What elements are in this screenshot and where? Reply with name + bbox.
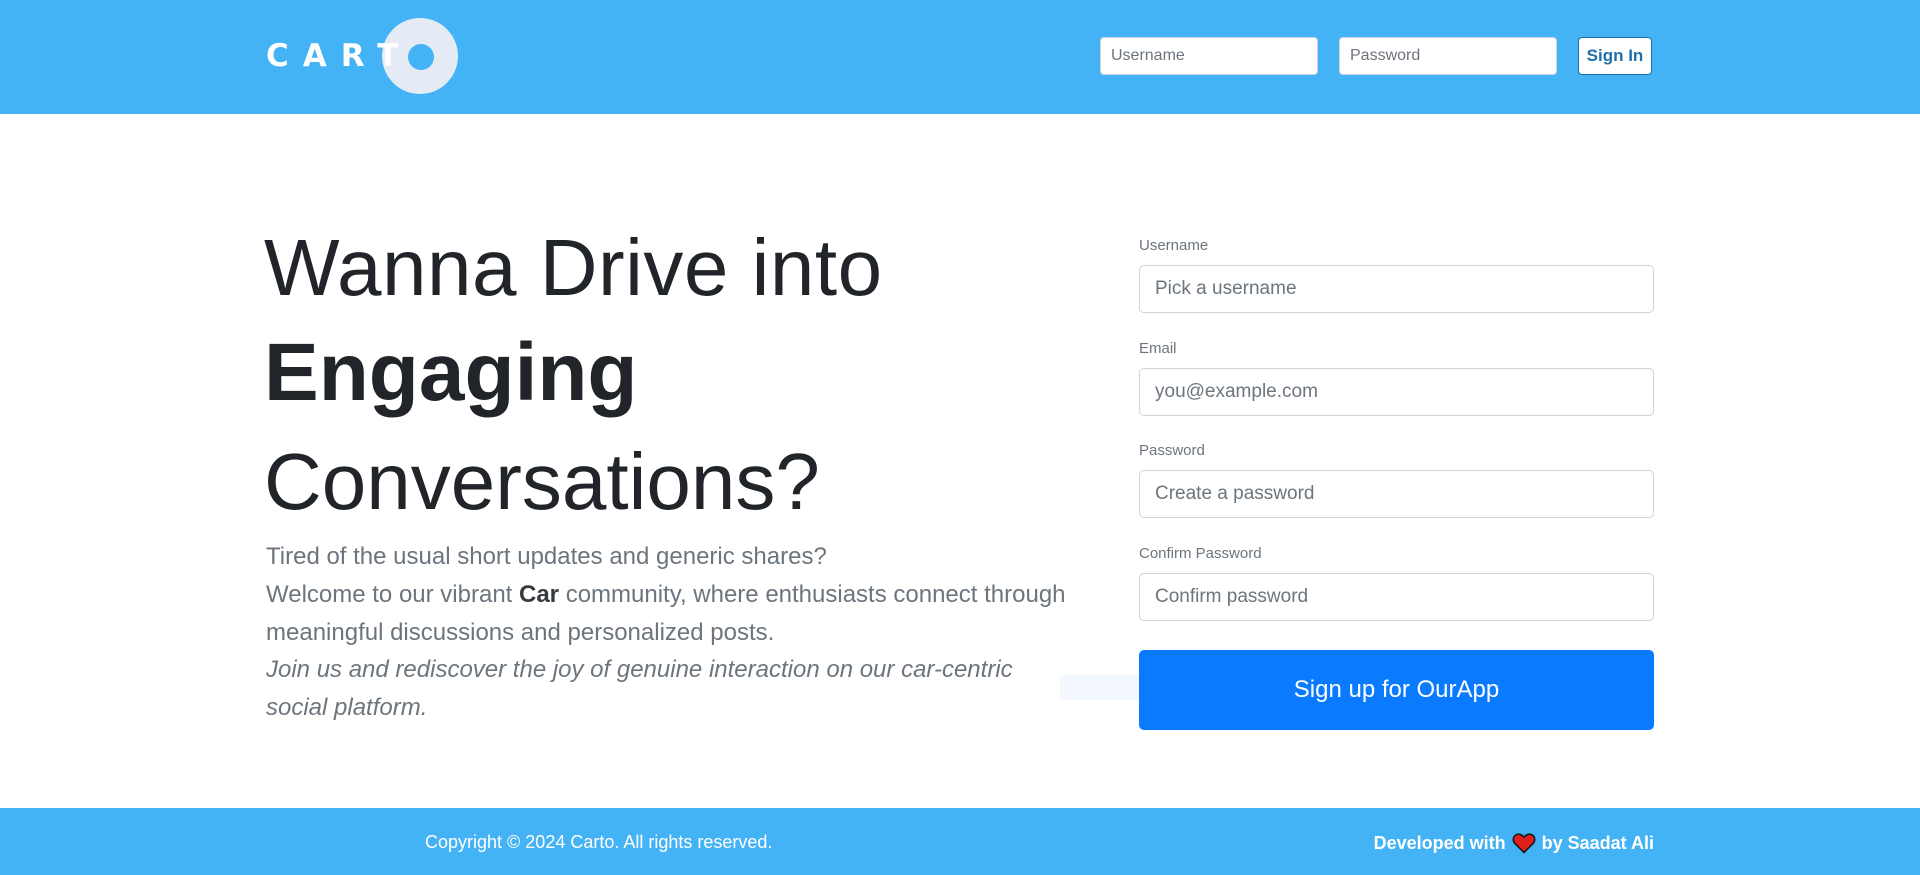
email-field[interactable]: you@example.com (1139, 368, 1654, 416)
password-field[interactable]: Create a password (1139, 470, 1654, 518)
username-placeholder: Pick a username (1155, 278, 1297, 299)
email-label: Email (1139, 340, 1177, 357)
hero-paragraph-2-bold: Car (519, 581, 560, 608)
logo-o-mark (408, 44, 434, 70)
heart-icon (1512, 833, 1536, 854)
username-field[interactable]: Pick a username (1139, 265, 1654, 313)
carto-logo[interactable]: CART (266, 18, 462, 96)
header-username-input[interactable]: Username (1100, 37, 1318, 75)
author-text: by Saadat Ali (1541, 832, 1654, 853)
sign-up-button[interactable]: Sign up for OurApp (1139, 650, 1654, 730)
hero-title-line3: Conversations? (264, 437, 820, 526)
hero-paragraph-1: Tired of the usual short updates and gen… (266, 543, 827, 570)
developed-with-text: Developed with (1373, 832, 1506, 853)
sign-in-button[interactable]: Sign In (1578, 37, 1652, 75)
email-placeholder: you@example.com (1155, 381, 1318, 402)
copyright-text: Copyright © 2024 Carto. All rights reser… (425, 832, 773, 852)
hero-paragraph-2-start: Welcome to our vibrant (266, 581, 519, 608)
password-label: Password (1139, 442, 1205, 459)
confirm-password-label: Confirm Password (1139, 545, 1262, 562)
password-placeholder: Create a password (1155, 483, 1315, 504)
footer: Copyright © 2024 Carto. All rights reser… (0, 808, 1920, 875)
header-password-placeholder: Password (1350, 47, 1421, 64)
header-username-placeholder: Username (1111, 47, 1185, 64)
confirm-password-placeholder: Confirm password (1155, 586, 1309, 607)
hero-title-line2: Engaging (264, 327, 638, 418)
confirm-password-field[interactable]: Confirm password (1139, 573, 1654, 621)
header-password-input[interactable]: Password (1339, 37, 1557, 75)
developer-credit: Developed with by Saadat Ali (1374, 832, 1654, 854)
hero-paragraph-3: Join us and rediscover the joy of genuin… (266, 656, 1013, 721)
hero-title-line1: Wanna Drive into (264, 223, 883, 312)
logo-text: CART (266, 38, 413, 74)
hero-paragraph-2: Welcome to our vibrant Car community, wh… (266, 576, 1076, 651)
username-label: Username (1139, 237, 1209, 254)
top-navbar: CART Username Password Sign In (0, 0, 1920, 114)
